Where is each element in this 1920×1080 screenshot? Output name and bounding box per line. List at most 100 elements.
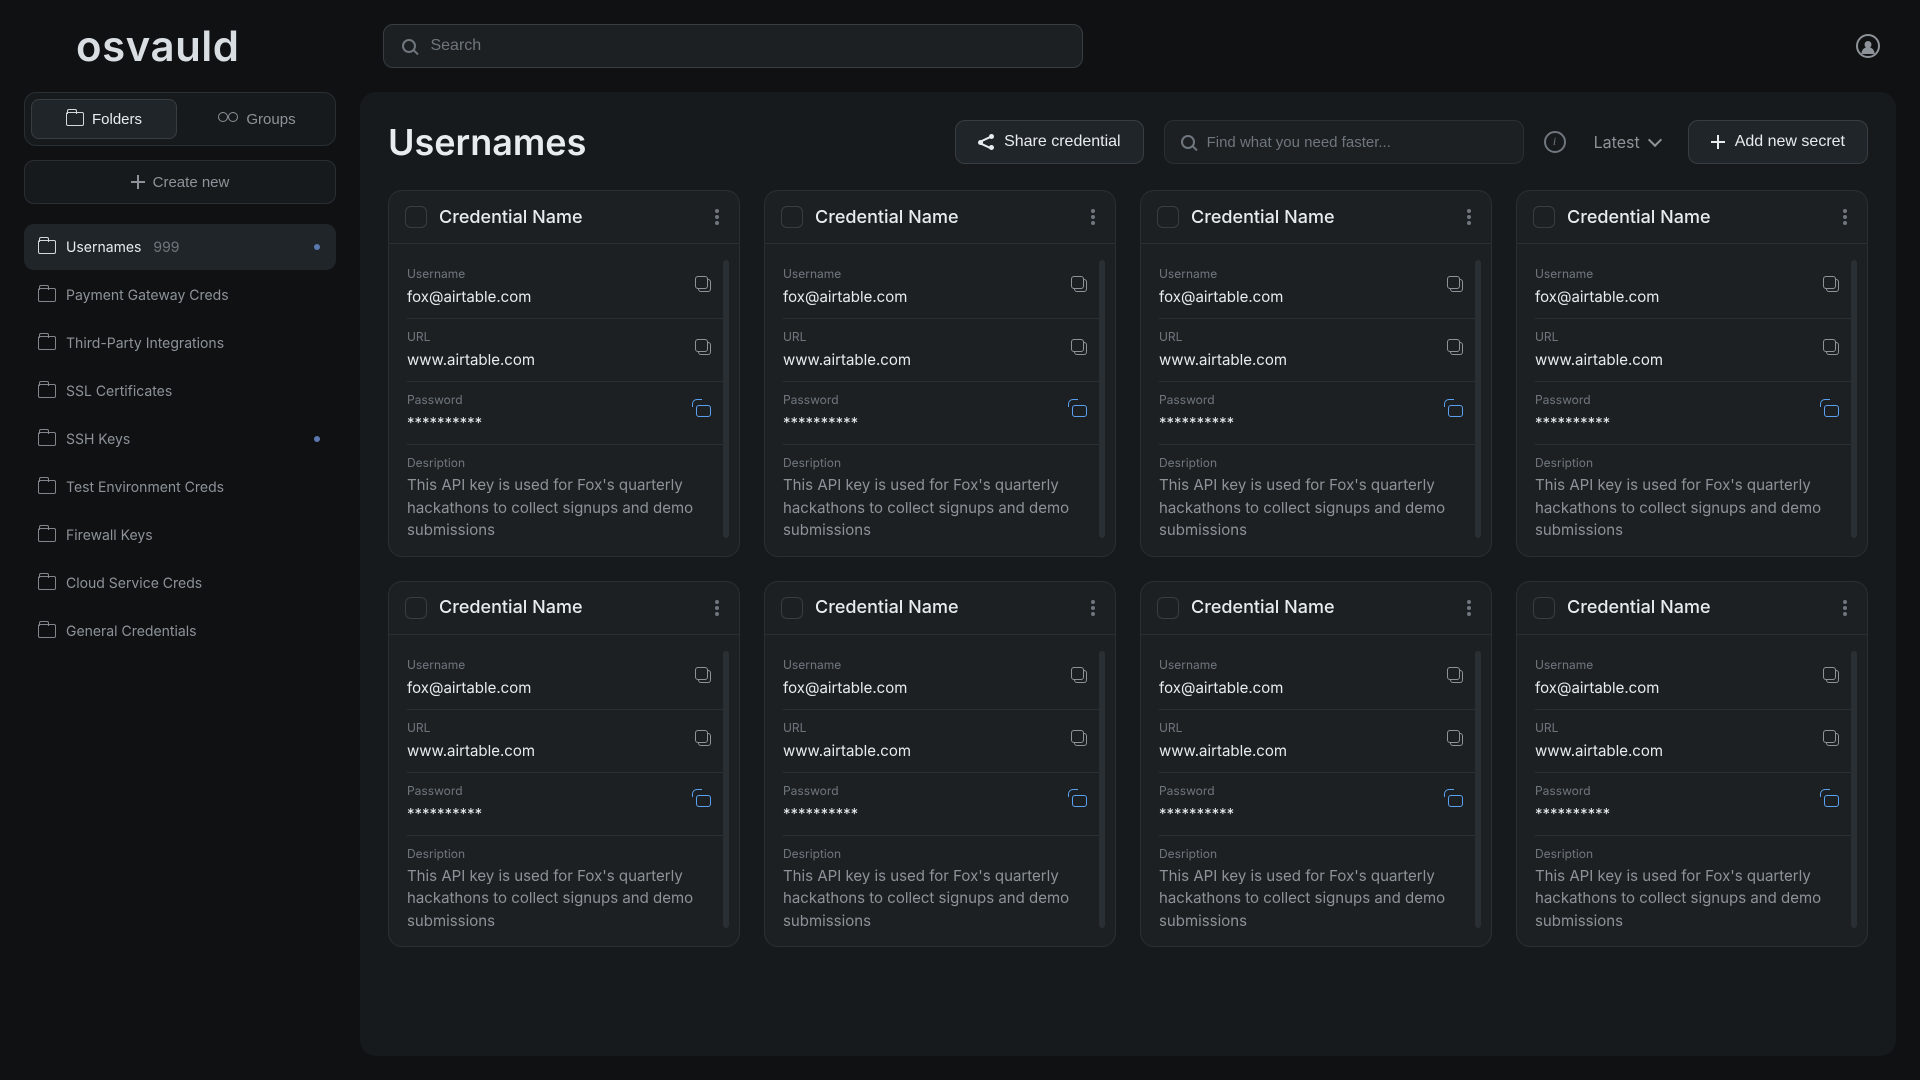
unlock-password-button[interactable] [692,790,715,815]
unlock-password-button[interactable] [1068,400,1091,425]
card-body: Username fox@airtable.com URL www.airtab… [1141,635,1491,947]
copy-url-button[interactable] [1067,335,1091,363]
field-label: URL [1159,720,1287,735]
sidebar-folder-item[interactable]: Firewall Keys [24,512,336,558]
card-scrollbar[interactable] [1851,260,1857,538]
username-value: fox@airtable.com [1159,287,1283,306]
username-field: Username fox@airtable.com [1159,256,1475,319]
tab-label: Folders [92,111,142,128]
credential-card: Credential Name Username fox@airtable.co… [764,190,1116,557]
unlock-password-button[interactable] [1820,790,1843,815]
add-new-secret-button[interactable]: Add new secret [1688,120,1868,164]
card-checkbox[interactable] [405,597,427,619]
unlock-password-button[interactable] [1444,400,1467,425]
card-menu-button[interactable] [1463,205,1475,229]
card-fields: Username fox@airtable.com URL www.airtab… [407,256,723,542]
card-checkbox[interactable] [1157,206,1179,228]
field-label: Password [1159,392,1234,407]
card-scrollbar[interactable] [1851,651,1857,929]
copy-username-button[interactable] [691,272,715,300]
card-fields: Username fox@airtable.com URL www.airtab… [1535,647,1851,933]
field-label: Desription [1535,846,1843,861]
create-new-button[interactable]: Create new [24,160,336,204]
field-label: Password [783,783,858,798]
card-menu-button[interactable] [1087,596,1099,620]
global-search[interactable] [383,24,1083,68]
info-icon[interactable] [1544,131,1566,153]
copy-username-button[interactable] [1819,272,1843,300]
card-checkbox[interactable] [781,597,803,619]
card-checkbox[interactable] [781,206,803,228]
card-menu-button[interactable] [1463,596,1475,620]
sidebar-folder-item[interactable]: SSH Keys [24,416,336,462]
card-checkbox[interactable] [1157,597,1179,619]
card-scrollbar[interactable] [1475,651,1481,929]
share-credential-button[interactable]: Share credential [955,120,1144,164]
password-value: ********** [1159,413,1234,432]
copy-username-button[interactable] [691,663,715,691]
card-scrollbar[interactable] [723,260,729,538]
card-header: Credential Name [765,582,1115,635]
card-title: Credential Name [1567,207,1711,228]
inline-search-input[interactable] [1205,133,1507,152]
password-field: Password ********** [783,382,1099,445]
copy-username-button[interactable] [1067,272,1091,300]
tab-folders[interactable]: Folders [31,99,177,139]
unlock-password-button[interactable] [1820,400,1843,425]
more-icon [715,600,719,616]
more-icon [1467,209,1471,225]
card-scrollbar[interactable] [723,651,729,929]
unlock-password-button[interactable] [1068,790,1091,815]
unlock-password-button[interactable] [1444,790,1467,815]
unlock-password-button[interactable] [692,400,715,425]
field-label: Username [1159,266,1283,281]
global-search-input[interactable] [428,36,1064,56]
sidebar-folder-item[interactable]: Usernames999 [24,224,336,270]
copy-url-button[interactable] [691,335,715,363]
sidebar-folder-item[interactable]: General Credentials [24,608,336,654]
field-label: URL [407,720,535,735]
card-checkbox[interactable] [1533,597,1555,619]
card-checkbox[interactable] [405,206,427,228]
sidebar-folder-item[interactable]: Payment Gateway Creds [24,272,336,318]
card-title: Credential Name [815,207,959,228]
card-checkbox[interactable] [1533,206,1555,228]
copy-url-button[interactable] [1443,335,1467,363]
card-menu-button[interactable] [1839,596,1851,620]
username-field: Username fox@airtable.com [1535,647,1851,710]
field-label: Username [407,657,531,672]
card-menu-button[interactable] [711,205,723,229]
copy-icon [1447,339,1463,355]
tab-groups[interactable]: Groups [185,99,329,139]
sort-label: Latest [1594,132,1640,152]
copy-url-button[interactable] [1819,335,1843,363]
sidebar-folder-item[interactable]: Test Environment Creds [24,464,336,510]
copy-url-button[interactable] [691,726,715,754]
copy-url-button[interactable] [1067,726,1091,754]
card-menu-button[interactable] [1087,205,1099,229]
copy-url-button[interactable] [1819,726,1843,754]
sidebar-folder-item[interactable]: Cloud Service Creds [24,560,336,606]
inline-search[interactable] [1164,120,1524,164]
field-label: Username [1535,657,1659,672]
card-scrollbar[interactable] [1099,651,1105,929]
password-value: ********** [407,804,482,823]
copy-username-button[interactable] [1443,663,1467,691]
card-scrollbar[interactable] [1099,260,1105,538]
copy-username-button[interactable] [1443,272,1467,300]
card-menu-button[interactable] [1839,205,1851,229]
account-avatar-icon[interactable] [1856,34,1880,58]
copy-username-button[interactable] [1819,663,1843,691]
sidebar-folder-item[interactable]: Third-Party Integrations [24,320,336,366]
card-scrollbar[interactable] [1475,260,1481,538]
unlock-icon [696,795,711,807]
sort-button[interactable]: Latest [1586,132,1668,152]
copy-url-button[interactable] [1443,726,1467,754]
credential-card: Credential Name Username fox@airtable.co… [388,190,740,557]
copy-icon [695,276,711,292]
field-label: Desription [407,846,715,861]
copy-username-button[interactable] [1067,663,1091,691]
folder-icon [38,240,56,254]
card-menu-button[interactable] [711,596,723,620]
sidebar-folder-item[interactable]: SSL Certificates [24,368,336,414]
